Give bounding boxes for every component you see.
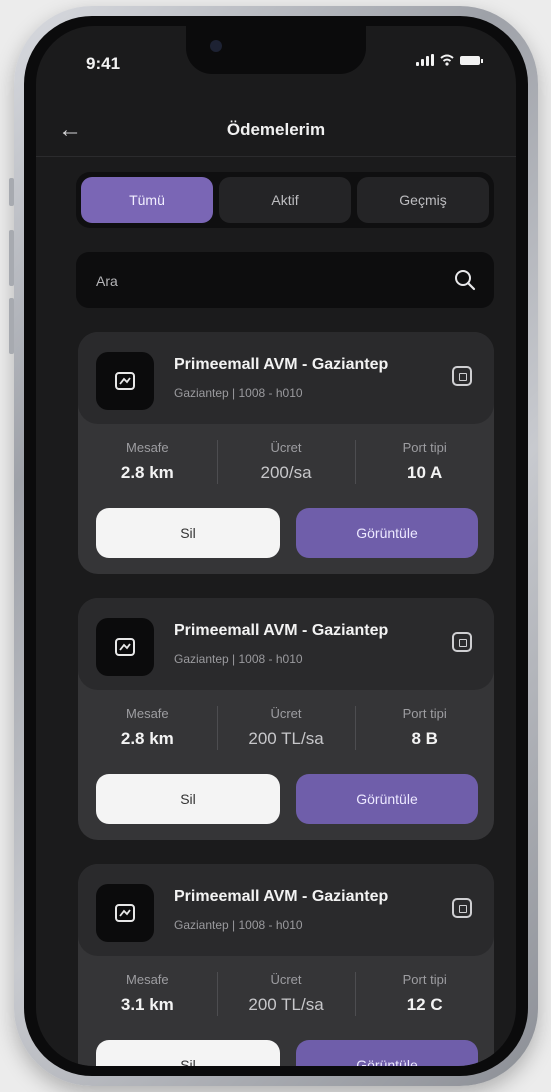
stat-port: Port tipi 10 A — [355, 436, 494, 492]
stat-price: Ücret 200 TL/sa — [216, 968, 356, 1024]
card-stats: Mesafe 2.8 km Ücret 200 TL/sa Port tipi … — [78, 702, 494, 758]
select-checkbox[interactable] — [452, 898, 472, 918]
wifi-icon — [440, 54, 454, 66]
station-card: Primeemall AVM - Gaziantep Gaziantep | 1… — [78, 864, 494, 1066]
phone-side-button — [9, 178, 14, 206]
card-header: Primeemall AVM - Gaziantep Gaziantep | 1… — [78, 332, 494, 424]
phone-side-button — [9, 230, 14, 286]
stat-distance: Mesafe 2.8 km — [78, 436, 217, 492]
stat-value: 12 C — [406, 995, 443, 1014]
charging-station-icon — [96, 352, 154, 410]
notch — [186, 26, 366, 74]
stat-label: Ücret — [270, 440, 302, 455]
tab-bar: Tümü Aktif Geçmiş — [76, 172, 494, 228]
stat-label: Port tipi — [402, 440, 447, 455]
stat-label: Port tipi — [402, 972, 447, 987]
phone-side-button — [9, 298, 14, 354]
stat-value: 200 TL/sa — [248, 995, 324, 1014]
select-checkbox[interactable] — [452, 366, 472, 386]
stat-distance: Mesafe 3.1 km — [78, 968, 217, 1024]
delete-button[interactable]: Sil — [96, 508, 280, 558]
station-card: Primeemall AVM - Gaziantep Gaziantep | 1… — [78, 598, 494, 840]
charging-station-icon — [96, 618, 154, 676]
nav-bar: ← Ödemelerim — [36, 106, 516, 157]
station-name: Primeemall AVM - Gaziantep — [174, 622, 389, 639]
view-button[interactable]: Görüntüle — [296, 774, 478, 824]
stat-label: Mesafe — [126, 972, 169, 987]
front-camera — [210, 40, 222, 52]
card-stats: Mesafe 3.1 km Ücret 200 TL/sa Port tipi … — [78, 968, 494, 1024]
stat-value: 2.8 km — [120, 729, 174, 748]
card-stats: Mesafe 2.8 km Ücret 200/sa Port tipi 10 … — [78, 436, 494, 492]
stat-label: Port tipi — [402, 706, 447, 721]
tab-history[interactable]: Geçmiş — [357, 177, 489, 223]
station-name: Primeemall AVM - Gaziantep — [174, 888, 389, 905]
select-checkbox[interactable] — [452, 632, 472, 652]
stat-price: Ücret 200/sa — [216, 436, 356, 492]
status-icons — [416, 54, 483, 66]
delete-button[interactable]: Sil — [96, 774, 280, 824]
charging-station-icon — [96, 884, 154, 942]
stat-port: Port tipi 8 B — [355, 702, 494, 758]
page-title: Ödemelerim — [226, 120, 326, 139]
station-name: Primeemall AVM - Gaziantep — [174, 356, 389, 373]
view-button[interactable]: Görüntüle — [296, 508, 478, 558]
stat-price: Ücret 200 TL/sa — [216, 702, 356, 758]
stat-port: Port tipi 12 C — [355, 968, 494, 1024]
station-address: Gaziantep | 1008 - h010 — [174, 386, 303, 400]
station-card: Primeemall AVM - Gaziantep Gaziantep | 1… — [78, 332, 494, 574]
search-icon[interactable] — [454, 269, 476, 291]
tab-all[interactable]: Tümü — [81, 177, 213, 223]
station-address: Gaziantep | 1008 - h010 — [174, 918, 303, 932]
app-screen: 9:41 ← Ödemelerim Tümü Aktif Geçmiş Ara … — [36, 26, 516, 1066]
stat-value: 3.1 km — [120, 995, 174, 1014]
search-input[interactable] — [94, 252, 428, 310]
status-time: 9:41 — [86, 54, 121, 73]
station-address: Gaziantep | 1008 - h010 — [174, 652, 303, 666]
stat-label: Ücret — [270, 706, 302, 721]
search-bar — [76, 252, 494, 310]
stat-label: Mesafe — [126, 706, 169, 721]
card-header: Primeemall AVM - Gaziantep Gaziantep | 1… — [78, 864, 494, 956]
stat-value: 2.8 km — [120, 463, 174, 482]
signal-icon — [416, 54, 434, 66]
tab-active[interactable]: Aktif — [219, 177, 351, 223]
stat-value: 200 TL/sa — [248, 729, 324, 748]
stat-distance: Mesafe 2.8 km — [78, 702, 217, 758]
stat-label: Mesafe — [126, 440, 169, 455]
view-button[interactable]: Görüntüle — [296, 1040, 478, 1066]
card-header: Primeemall AVM - Gaziantep Gaziantep | 1… — [78, 598, 494, 690]
delete-button[interactable]: Sil — [96, 1040, 280, 1066]
stat-value: 8 B — [411, 729, 438, 748]
stat-value: 10 A — [407, 463, 443, 482]
stat-label: Ücret — [270, 972, 302, 987]
battery-icon — [460, 55, 483, 65]
stat-value: 200/sa — [260, 463, 312, 482]
